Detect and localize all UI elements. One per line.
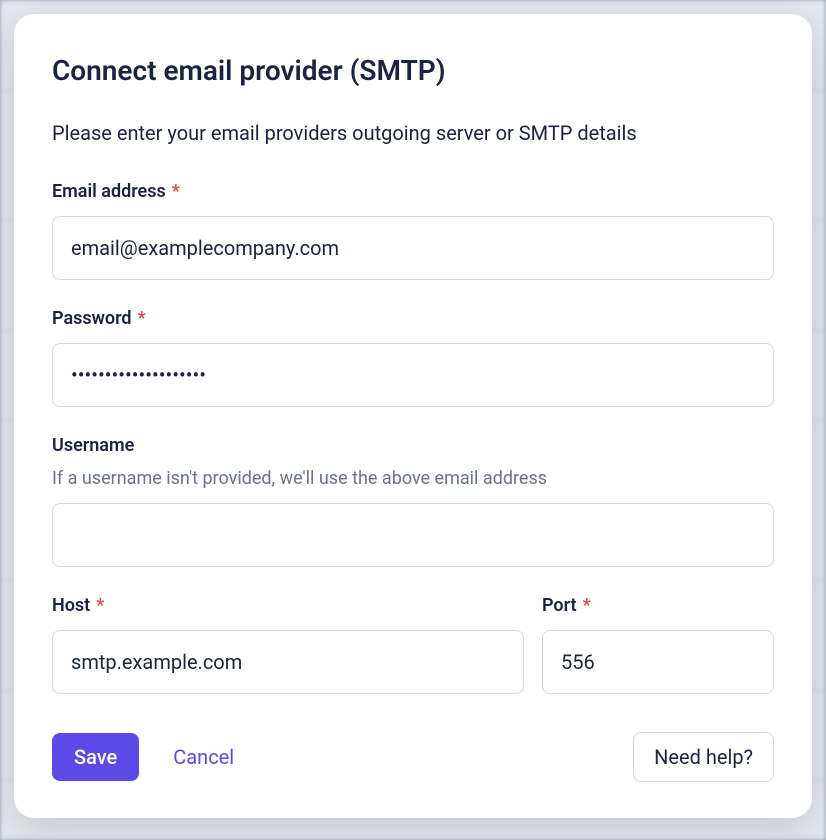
host-port-row: Host* Port*	[52, 595, 774, 694]
username-group: Username If a username isn't provided, w…	[52, 435, 774, 567]
required-indicator: *	[172, 181, 180, 202]
password-label: Password*	[52, 308, 146, 329]
modal-subtitle: Please enter your email providers outgoi…	[52, 121, 774, 145]
smtp-connect-modal: Connect email provider (SMTP) Please ent…	[14, 14, 812, 818]
cancel-button[interactable]: Cancel	[173, 745, 234, 769]
button-row: Save Cancel Need help?	[52, 732, 774, 782]
email-label: Email address*	[52, 181, 180, 202]
email-field[interactable]	[52, 216, 774, 280]
username-help-text: If a username isn't provided, we'll use …	[52, 468, 774, 489]
required-indicator: *	[583, 595, 591, 616]
port-field[interactable]	[542, 630, 774, 694]
host-group: Host*	[52, 595, 524, 694]
port-group: Port*	[542, 595, 774, 694]
username-label: Username	[52, 435, 134, 456]
host-label: Host*	[52, 595, 104, 616]
required-indicator: *	[96, 595, 104, 616]
email-group: Email address*	[52, 181, 774, 280]
username-field[interactable]	[52, 503, 774, 567]
password-group: Password*	[52, 308, 774, 407]
host-field[interactable]	[52, 630, 524, 694]
port-label: Port*	[542, 595, 591, 616]
password-field[interactable]	[52, 343, 774, 407]
save-button[interactable]: Save	[52, 733, 139, 781]
need-help-button[interactable]: Need help?	[633, 732, 774, 782]
required-indicator: *	[138, 308, 146, 329]
modal-title: Connect email provider (SMTP)	[52, 54, 774, 87]
